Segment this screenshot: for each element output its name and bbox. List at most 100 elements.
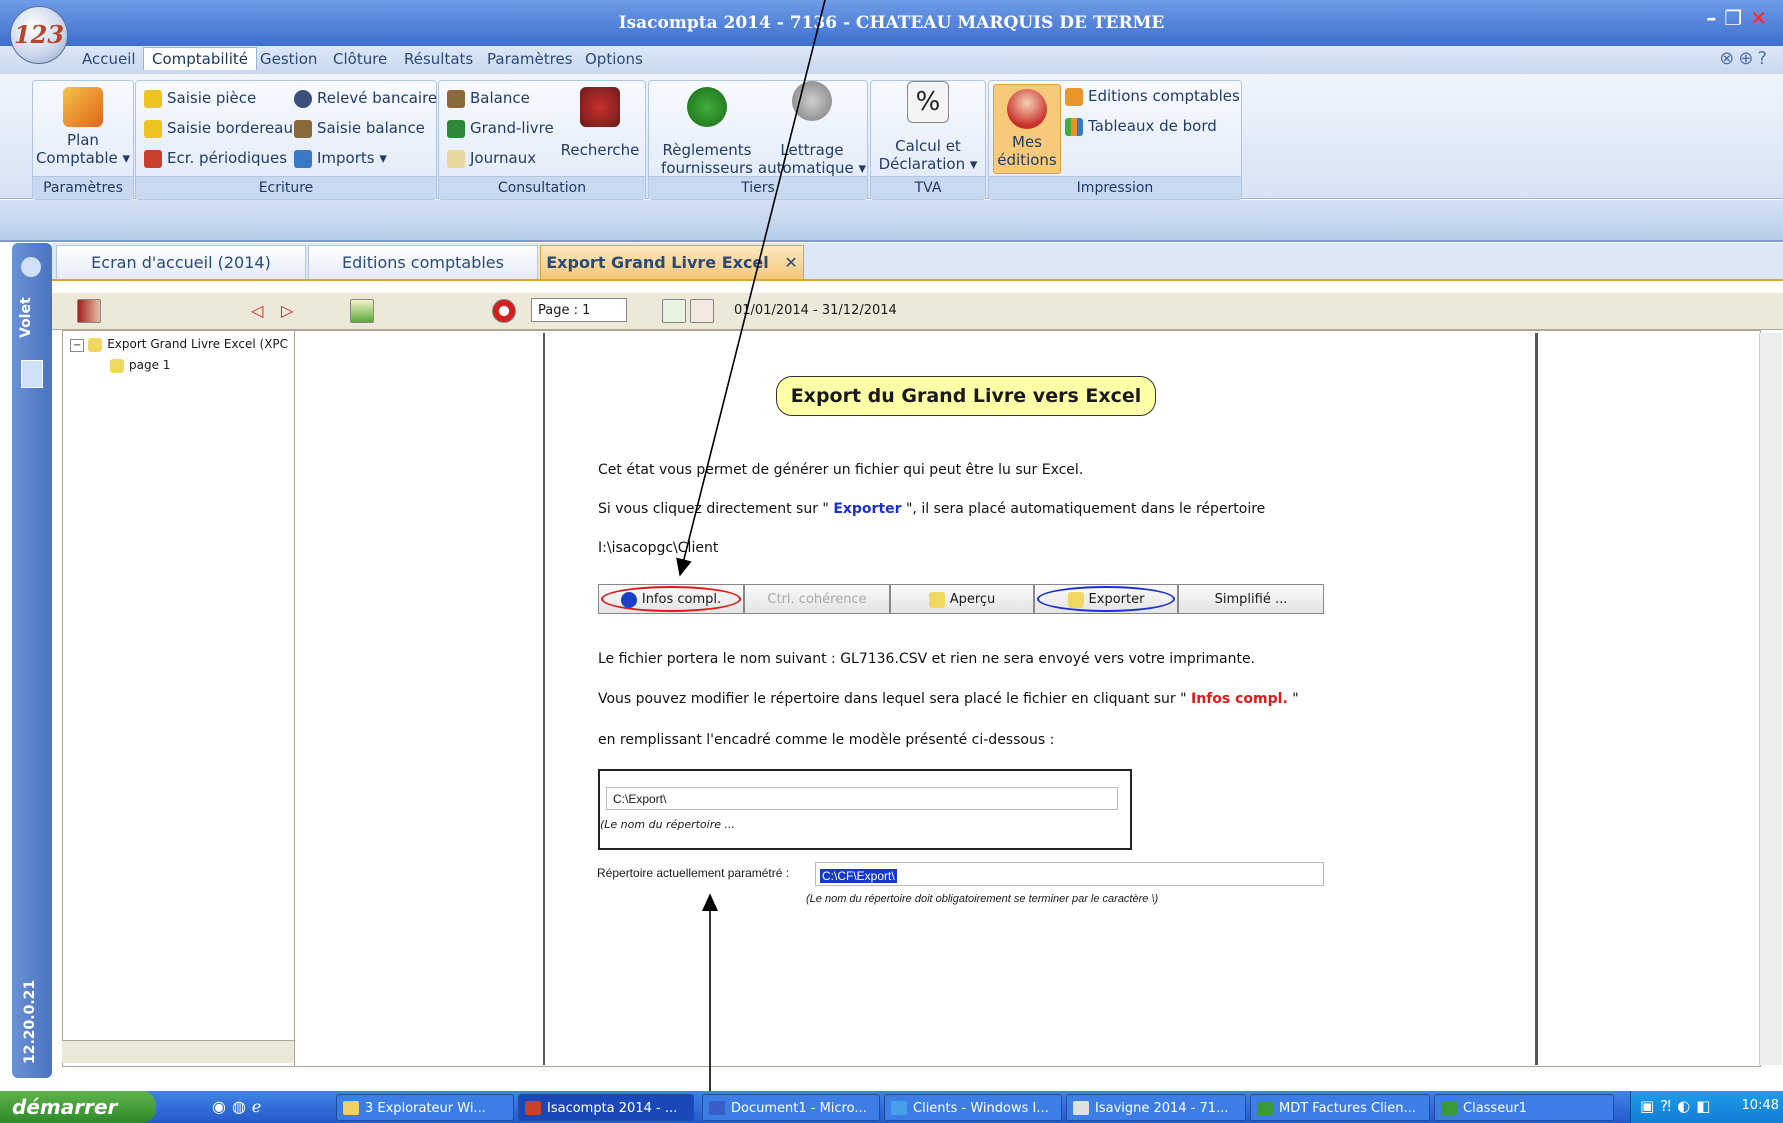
ribbon-help-icons[interactable]: ⊗⊕? [1719,48,1771,69]
exit-icon[interactable] [77,299,101,323]
menu-gestion[interactable]: Gestion [260,50,317,68]
isacompta-icon [525,1101,541,1115]
refresh-icon[interactable] [492,299,516,323]
menu-comptabilite[interactable]: Comptabilité [143,47,257,70]
task-classeur1[interactable]: Classeur1 [1434,1094,1614,1121]
recherche-label: Recherche [560,141,640,159]
group-label-consultation: Consultation [439,176,645,199]
saisie-balance-button[interactable]: Saisie balance [294,119,425,138]
simplifie-button[interactable]: Simplifié ... [1178,584,1324,614]
ecr-periodiques-label: Ecr. périodiques [167,149,288,167]
menu-accueil[interactable]: Accueil [82,50,136,68]
collapse-icon[interactable] [21,257,41,277]
tab-editions-comptables[interactable]: Editions comptables [308,245,538,279]
infos-compl-highlight: Infos compl. [1191,691,1288,707]
journal-icon [447,149,465,168]
volet-label: Volet [18,297,34,338]
task-isavigne-label: Isavigne 2014 - 71... [1095,1101,1229,1116]
task-isavigne[interactable]: Isavigne 2014 - 71... [1066,1094,1246,1121]
window-controls: –❐✕ [1706,6,1775,30]
reglements-fournisseurs-button[interactable]: Règlements fournisseurs [657,87,757,177]
scale-icon [294,119,312,138]
app-icon [1073,1101,1089,1115]
zoom-close-icon[interactable] [690,299,714,323]
group-label-impression: Impression [989,176,1241,199]
grand-livre-label: Grand-livre [470,119,554,137]
menu-resultats[interactable]: Résultats [404,50,473,68]
task-explorateur[interactable]: 3 Explorateur Wi... [336,1094,514,1121]
tab-ecran-accueil[interactable]: Ecran d'accueil (2014) [56,245,306,279]
preview-toolbar [52,293,1783,330]
zoom-fit-icon[interactable] [662,299,686,323]
group-tva: % Calcul et Déclaration ▾ TVA [870,80,986,200]
ecr-periodiques-button[interactable]: Ecr. périodiques [144,149,287,168]
ribbon-strip [0,200,1783,242]
exporter-button[interactable]: Exporter [1034,584,1178,614]
tab-close-icon[interactable]: ✕ [784,253,797,272]
infos-compl-button[interactable]: Infos compl. [598,584,744,614]
balance-label: Balance [470,89,530,107]
editions-comptables-button[interactable]: Editions comptables [1065,87,1240,106]
minimize-icon[interactable]: – [1706,6,1724,30]
saisie-piece-button[interactable]: Saisie pièce [144,89,256,108]
gear-icon [792,81,832,121]
app-logo-button[interactable]: 123 [10,6,68,64]
imports-button[interactable]: Imports ▾ [294,149,387,168]
restore-icon[interactable]: ❐ [1724,6,1750,30]
report-line-2-c: ", il sera placé automatiquement dans le… [901,501,1266,517]
group-label-ecriture: Ecriture [136,176,436,199]
reglements-label-2: fournisseurs [661,159,753,177]
menu-cloture[interactable]: Clôture [333,50,387,68]
version-label: 12.20.0.21 [22,979,38,1064]
menu-options[interactable]: Options [585,50,643,68]
grand-livre-button[interactable]: Grand-livre [447,119,554,138]
page-number-field[interactable]: Page : 1 [531,298,627,322]
mes-editions-button[interactable]: Mes éditions [993,84,1061,174]
apercu-button[interactable]: Aperçu [890,584,1034,614]
lettrage-automatique-button[interactable]: Lettrage automatique ▾ [757,81,867,177]
pin-icon[interactable] [21,360,43,388]
ctrl-coherence-button[interactable]: Ctrl. cohérence [744,584,890,614]
releve-bancaire-button[interactable]: Relevé bancaire [294,89,437,108]
close-icon[interactable]: ✕ [1750,6,1775,30]
apercu-label: Aperçu [949,592,996,607]
tab-export-grand-livre[interactable]: Export Grand Livre Excel ✕ [540,245,804,279]
tableaux-de-bord-button[interactable]: Tableaux de bord [1065,117,1217,136]
next-page-icon[interactable]: ▷ [281,301,293,320]
calcul-declaration-button[interactable]: % Calcul et Déclaration ▾ [873,81,983,173]
task-document1[interactable]: Document1 - Micro... [702,1094,880,1121]
task-isacompta[interactable]: Isacompta 2014 - ... [518,1094,694,1121]
tree-horizontal-scrollbar[interactable] [62,1040,294,1063]
balance-button[interactable]: Balance [447,89,530,108]
tree-root-item[interactable]: − Export Grand Livre Excel (XPC [70,337,288,352]
bank-icon [294,89,312,108]
tree-child-item[interactable]: page 1 [110,358,170,373]
excel-icon [1441,1101,1457,1115]
menu-parametres[interactable]: Paramètres [487,50,573,68]
recherche-button[interactable]: Recherche [557,87,643,159]
scale-icon [447,89,465,108]
vertical-scrollbar[interactable] [1759,333,1782,1065]
start-button[interactable]: démarrer [0,1091,156,1123]
plan-comptable-button[interactable]: Plan Comptable ▾ [33,87,133,167]
mes-editions-label-1: Mes [1012,133,1042,151]
tab-export-label: Export Grand Livre Excel [546,253,769,272]
directory-note: (Le nom du répertoire doit obligatoireme… [806,893,1159,905]
calcul-label-2: Déclaration ▾ [878,155,978,173]
previous-page-icon[interactable]: ◁ [251,301,263,320]
search-icon [580,87,620,127]
tray-icons[interactable]: ▣⁈◐◧ [1640,1097,1716,1115]
group-label-tiers: Tiers [649,176,867,199]
percent-icon: % [907,81,949,123]
task-clients[interactable]: Clients - Windows I... [884,1094,1062,1121]
tree-collapse-icon[interactable]: − [70,339,85,352]
report-line-3: I:\isacopgc\Client [598,540,719,556]
quick-launch-icons[interactable]: ◉◍ℯ [212,1097,267,1116]
task-mdt-factures[interactable]: MDT Factures Clien... [1250,1094,1430,1121]
current-directory-field[interactable]: C:\CF\Export\ [815,862,1324,886]
print-icon[interactable] [350,299,374,323]
saisie-bordereau-button[interactable]: Saisie bordereau [144,119,293,138]
task-document1-label: Document1 - Micro... [731,1101,867,1116]
group-label-tva: TVA [871,176,985,199]
journaux-button[interactable]: Journaux [447,149,536,168]
